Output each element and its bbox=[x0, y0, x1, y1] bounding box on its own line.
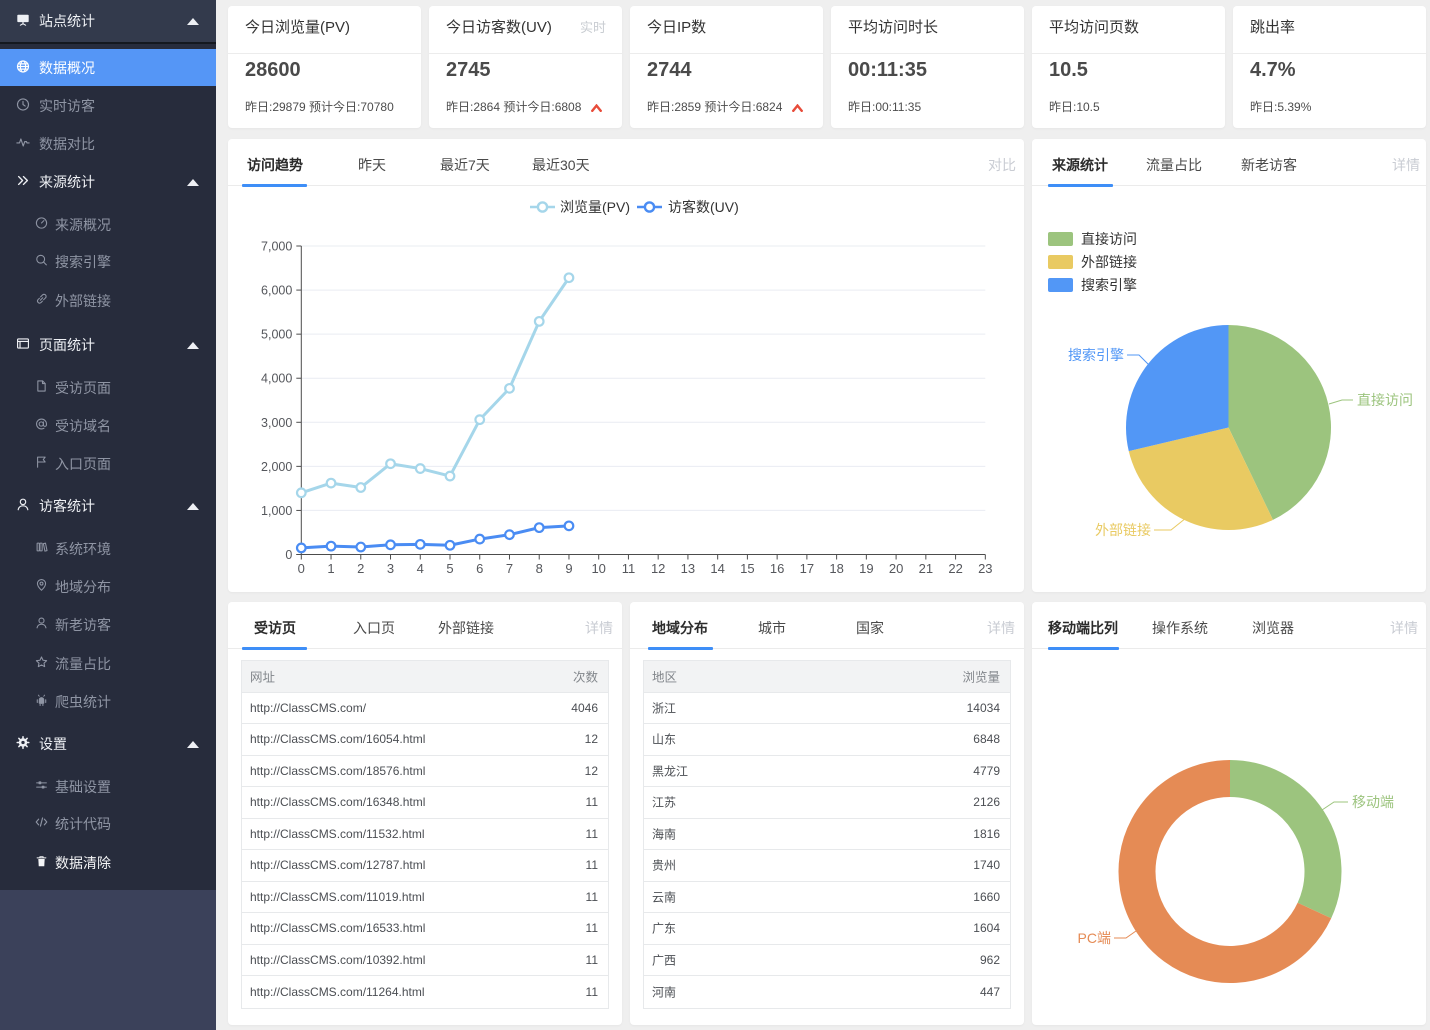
svg-text:19: 19 bbox=[859, 561, 873, 576]
svg-text:1: 1 bbox=[327, 561, 334, 576]
svg-text:6: 6 bbox=[476, 561, 483, 576]
svg-text:浏览量(PV): 浏览量(PV) bbox=[560, 199, 630, 215]
svg-text:13: 13 bbox=[681, 561, 695, 576]
svg-text:搜索引擎: 搜索引擎 bbox=[1081, 277, 1137, 293]
svg-text:20: 20 bbox=[889, 561, 903, 576]
svg-text:9: 9 bbox=[565, 561, 572, 576]
svg-text:4: 4 bbox=[417, 561, 424, 576]
svg-text:外部链接: 外部链接 bbox=[1095, 522, 1151, 538]
svg-text:22: 22 bbox=[948, 561, 962, 576]
svg-text:访客数(UV): 访客数(UV) bbox=[668, 199, 739, 215]
svg-text:2: 2 bbox=[357, 561, 364, 576]
svg-text:PC端: PC端 bbox=[1078, 930, 1111, 946]
svg-text:7: 7 bbox=[506, 561, 513, 576]
svg-text:外部链接: 外部链接 bbox=[1081, 254, 1137, 270]
svg-text:8: 8 bbox=[536, 561, 543, 576]
svg-text:12: 12 bbox=[651, 561, 665, 576]
svg-text:1,000: 1,000 bbox=[261, 504, 292, 518]
svg-text:5,000: 5,000 bbox=[261, 328, 292, 342]
svg-text:10: 10 bbox=[591, 561, 605, 576]
svg-text:直接访问: 直接访问 bbox=[1357, 392, 1413, 408]
svg-text:6,000: 6,000 bbox=[261, 284, 292, 298]
svg-text:16: 16 bbox=[770, 561, 784, 576]
svg-text:2,000: 2,000 bbox=[261, 460, 292, 474]
svg-text:5: 5 bbox=[446, 561, 453, 576]
svg-text:0: 0 bbox=[285, 548, 292, 562]
svg-text:3: 3 bbox=[387, 561, 394, 576]
svg-text:21: 21 bbox=[919, 561, 933, 576]
svg-text:直接访问: 直接访问 bbox=[1081, 231, 1137, 247]
svg-text:23: 23 bbox=[978, 561, 992, 576]
svg-text:0: 0 bbox=[298, 561, 305, 576]
svg-text:15: 15 bbox=[740, 561, 754, 576]
svg-text:移动端: 移动端 bbox=[1352, 794, 1394, 810]
svg-text:7,000: 7,000 bbox=[261, 240, 292, 254]
svg-text:11: 11 bbox=[622, 561, 636, 576]
svg-text:搜索引擎: 搜索引擎 bbox=[1068, 347, 1124, 363]
svg-text:17: 17 bbox=[800, 561, 814, 576]
svg-text:4,000: 4,000 bbox=[261, 372, 292, 386]
svg-text:18: 18 bbox=[829, 561, 843, 576]
svg-text:3,000: 3,000 bbox=[261, 416, 292, 430]
svg-text:14: 14 bbox=[710, 561, 724, 576]
